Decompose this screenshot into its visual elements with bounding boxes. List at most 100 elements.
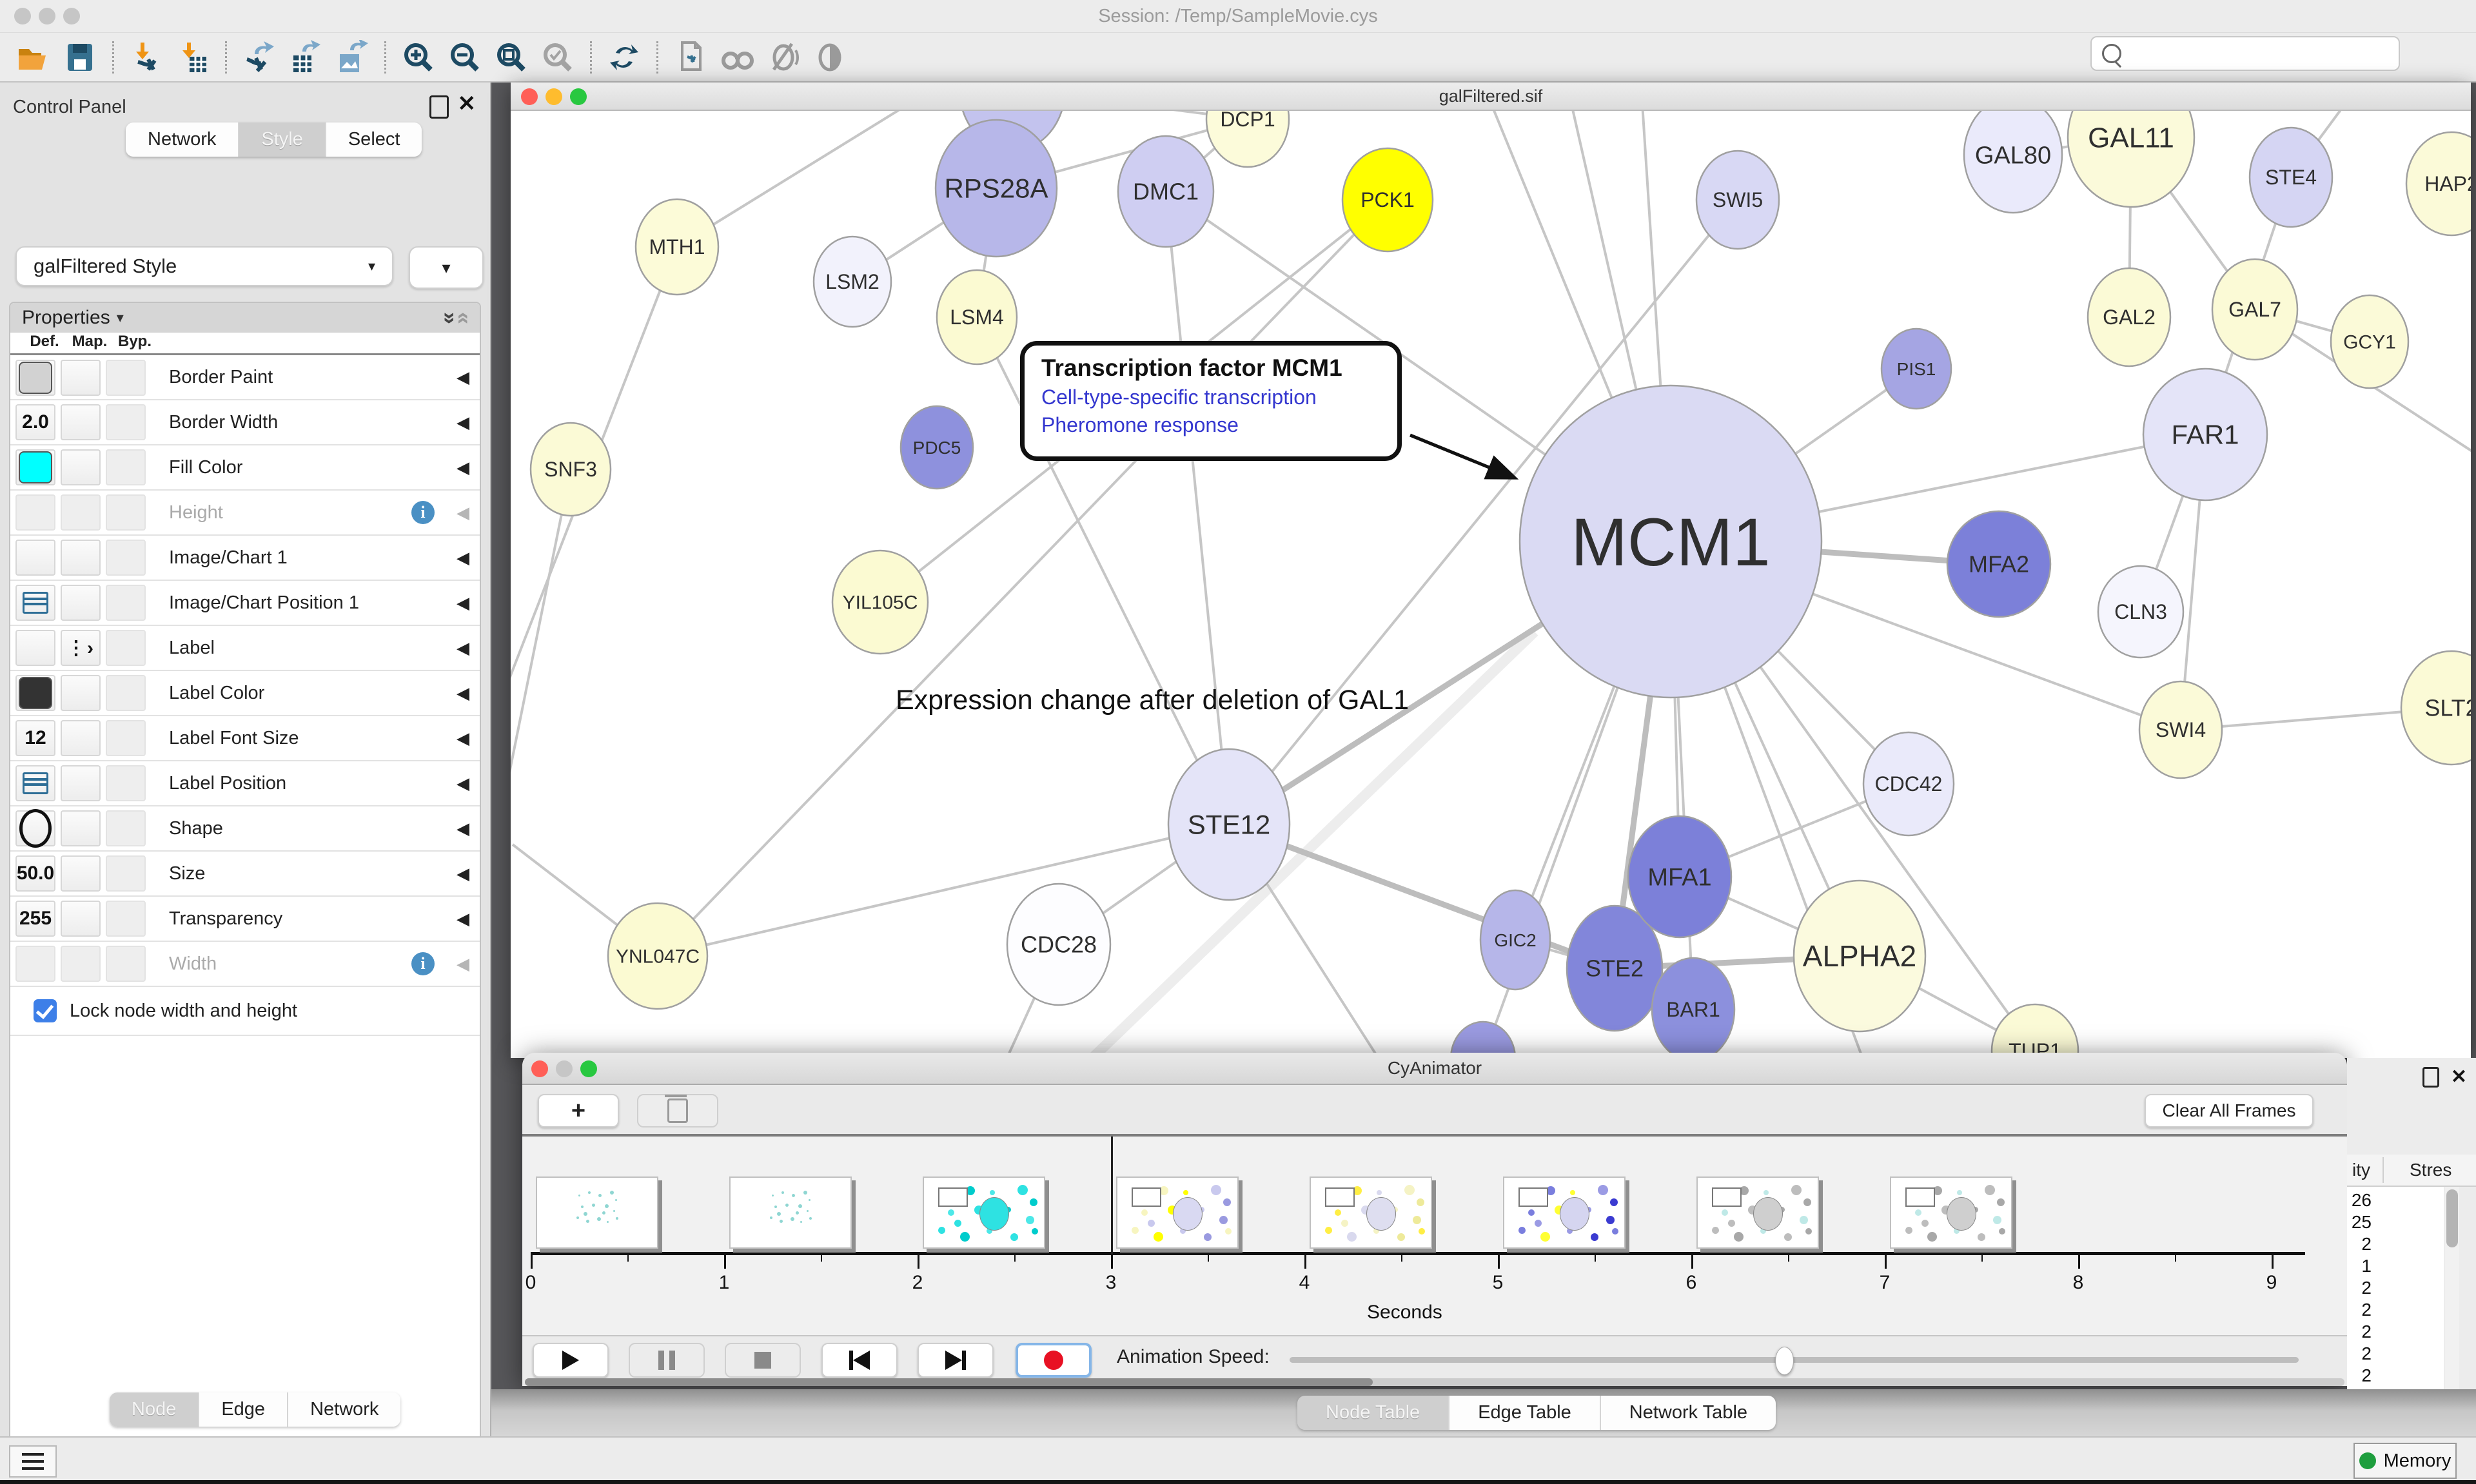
table-scrollbar[interactable] (2445, 1187, 2459, 1389)
style-options-button[interactable]: ▾ (409, 246, 484, 289)
close-panel-icon[interactable]: ✕ (2451, 1068, 2467, 1087)
expand-property-icon[interactable]: ◀ (457, 413, 469, 433)
network-node[interactable]: SLT2 (2401, 651, 2471, 765)
tab-network-style[interactable]: Network (288, 1392, 400, 1427)
network-node[interactable]: GAL2 (2088, 268, 2170, 366)
style-selector[interactable]: galFiltered Style ▾ (15, 246, 393, 286)
import-network-icon[interactable] (129, 40, 164, 75)
zoom-selected-icon[interactable] (540, 40, 575, 75)
default-value-cell[interactable]: 12 (15, 720, 55, 756)
expand-property-icon[interactable]: ◀ (457, 503, 469, 523)
zoom-fit-icon[interactable] (494, 40, 529, 75)
show-details-icon[interactable] (812, 40, 847, 75)
property-row[interactable]: 12Label Font Size◀ (10, 716, 480, 761)
expand-property-icon[interactable]: ◀ (457, 909, 469, 929)
import-table-icon[interactable] (175, 40, 210, 75)
mapping-cell[interactable] (61, 494, 101, 531)
network-node[interactable]: TUP1 (1992, 1004, 2078, 1058)
mapping-cell[interactable] (61, 675, 101, 711)
annotation-link[interactable]: Pheromone response (1041, 413, 1380, 437)
bypass-cell[interactable] (106, 449, 146, 485)
timeline[interactable]: 0123456789 Seconds (522, 1137, 2347, 1335)
bypass-cell[interactable] (106, 630, 146, 666)
cyanimator-titlebar[interactable]: CyAnimator (522, 1053, 2347, 1085)
property-row[interactable]: Image/Chart 1◀ (10, 536, 480, 581)
annotation-link[interactable]: Cell-type-specific transcription (1041, 386, 1380, 409)
network-node[interactable]: DMC1 (1118, 136, 1213, 247)
default-value-cell[interactable] (15, 449, 55, 485)
network-node[interactable]: BAR1 (1652, 958, 1734, 1058)
table-cell[interactable]: 2 (2347, 1343, 2372, 1364)
delete-frame-button[interactable] (637, 1094, 718, 1128)
expand-property-icon[interactable]: ◀ (457, 954, 469, 974)
mapping-cell[interactable] (61, 765, 101, 801)
expand-property-icon[interactable]: ◀ (457, 638, 469, 658)
table-cell[interactable]: 2 (2347, 1365, 2372, 1386)
network-window-titlebar[interactable]: galFiltered.sif (511, 83, 2471, 111)
bypass-cell[interactable] (106, 765, 146, 801)
collapse-all-icon[interactable]: » (449, 312, 475, 324)
hide-details-icon[interactable] (766, 40, 801, 75)
default-value-cell[interactable]: 50.0 (15, 855, 55, 892)
expand-property-icon[interactable]: ◀ (457, 683, 469, 703)
table-cell[interactable]: 2 (2347, 1322, 2372, 1342)
network-node[interactable]: HAP2 (2406, 132, 2471, 235)
open-session-icon[interactable] (16, 40, 51, 75)
info-icon[interactable]: i (411, 952, 435, 975)
play-button[interactable] (533, 1343, 609, 1378)
mapping-cell[interactable] (61, 449, 101, 485)
network-node[interactable]: MCM1 (1520, 386, 1822, 698)
network-node[interactable]: SWI5 (1696, 151, 1779, 249)
export-network-icon[interactable] (242, 40, 277, 75)
animation-speed-slider[interactable] (1290, 1357, 2299, 1363)
column-stress[interactable]: Stres (2410, 1160, 2451, 1180)
float-panel-icon[interactable] (2422, 1067, 2439, 1088)
network-node[interactable]: LSM2 (814, 237, 891, 327)
properties-header[interactable]: Properties ▾ » » (10, 303, 480, 333)
panel-list-button[interactable] (9, 1445, 57, 1478)
network-node[interactable]: LSM4 (937, 270, 1017, 364)
zoom-out-icon[interactable] (447, 40, 482, 75)
bypass-cell[interactable] (106, 946, 146, 982)
minimize-icon[interactable] (556, 1060, 573, 1077)
mapping-cell[interactable] (61, 946, 101, 982)
property-row[interactable]: Label Position◀ (10, 761, 480, 806)
property-row[interactable]: Border Paint◀ (10, 355, 480, 400)
mapping-cell[interactable] (61, 585, 101, 621)
bypass-cell[interactable] (106, 901, 146, 937)
zoom-in-icon[interactable] (401, 40, 436, 75)
mapping-cell[interactable]: ⋮› (61, 630, 101, 666)
float-panel-icon[interactable] (429, 95, 449, 119)
frame-thumbnail[interactable] (1503, 1176, 1626, 1249)
close-icon[interactable] (531, 1060, 548, 1077)
default-value-cell[interactable] (15, 630, 55, 666)
bypass-cell[interactable] (106, 494, 146, 531)
mapping-cell[interactable] (61, 360, 101, 396)
default-value-cell[interactable] (15, 494, 55, 531)
network-node[interactable]: FAR1 (2143, 369, 2267, 500)
skip-start-button[interactable] (821, 1343, 898, 1378)
mapping-cell[interactable] (61, 855, 101, 892)
table-cell[interactable]: 2 (2347, 1234, 2372, 1255)
frame-thumbnail[interactable] (1116, 1176, 1239, 1249)
bypass-cell[interactable] (106, 540, 146, 576)
add-frame-button[interactable]: + (538, 1094, 619, 1128)
tab-edge-table[interactable]: Edge Table (1449, 1396, 1601, 1430)
property-row[interactable]: 2.0Border Width◀ (10, 400, 480, 445)
frame-thumbnail[interactable] (923, 1176, 1045, 1249)
table-cell[interactable]: 26 (2347, 1190, 2372, 1211)
mapping-cell[interactable] (61, 540, 101, 576)
network-node[interactable]: PDC5 (901, 406, 973, 489)
column-ity[interactable]: ity (2352, 1160, 2370, 1180)
mapping-cell[interactable] (61, 720, 101, 756)
expand-property-icon[interactable]: ◀ (457, 458, 469, 478)
tab-select[interactable]: Select (326, 122, 422, 157)
network-node[interactable]: YNL047C (608, 903, 707, 1009)
bypass-cell[interactable] (106, 855, 146, 892)
default-value-cell[interactable] (15, 675, 55, 711)
expand-property-icon[interactable]: ◀ (457, 593, 469, 613)
table-cell[interactable]: 2 (2347, 1278, 2372, 1298)
table-cell[interactable]: 1 (2347, 1256, 2372, 1276)
mapping-cell[interactable] (61, 404, 101, 440)
pause-button[interactable] (629, 1343, 705, 1378)
